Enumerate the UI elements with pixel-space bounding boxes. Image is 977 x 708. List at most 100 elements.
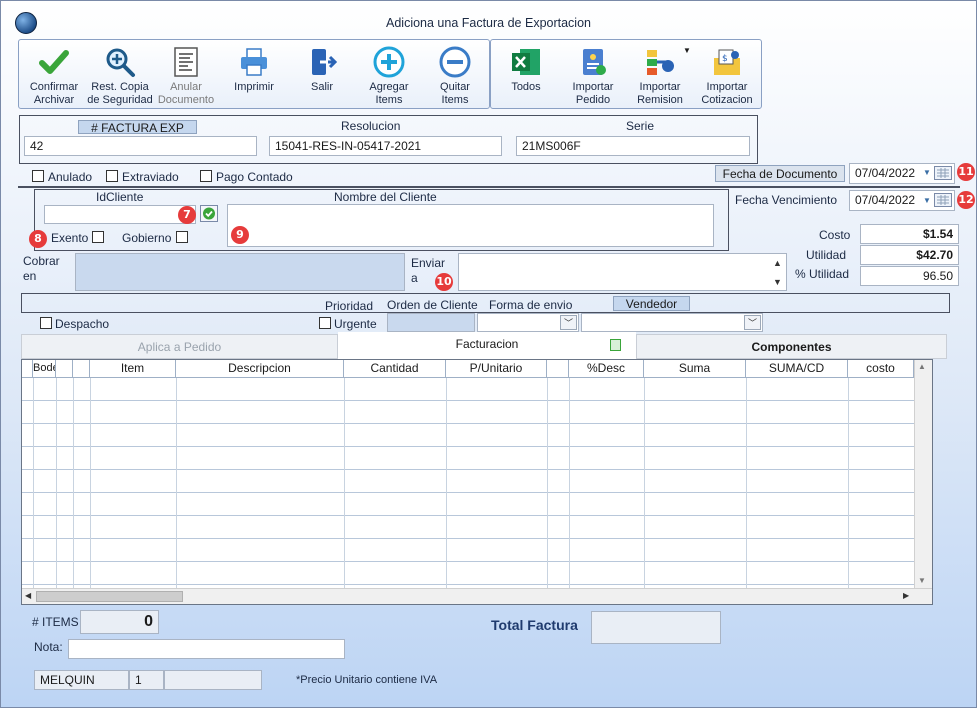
forma-envio-label: Forma de envio: [489, 298, 573, 312]
date-dropdown-arrow-icon[interactable]: ▼: [923, 168, 931, 177]
col-cantidad[interactable]: Cantidad: [344, 360, 446, 377]
vencimiento-calendar-icon[interactable]: [934, 193, 952, 207]
checkmark-icon: [38, 46, 70, 78]
scroll-left-arrow-icon[interactable]: ◀: [25, 591, 31, 600]
scroll-up-arrow-icon[interactable]: ▲: [918, 362, 926, 371]
col-blank-1b[interactable]: [73, 360, 90, 377]
plus-circle-icon: [373, 46, 405, 78]
exit-door-icon: [306, 46, 338, 78]
flowchart-icon: [644, 46, 676, 78]
extraviado-checkbox[interactable]: [106, 170, 118, 182]
quote-folder-icon: $: [711, 46, 743, 78]
col-blank-1[interactable]: [56, 360, 73, 377]
import-remision-button[interactable]: Importar Remision: [625, 46, 695, 107]
col-bodega[interactable]: Bodega: [33, 360, 56, 377]
restore-backup-button[interactable]: Rest. Copia de Seguridad: [85, 46, 155, 107]
grid-header: Bodega Item Descripcion Cantidad P/Unita…: [22, 360, 914, 378]
vendedor-select[interactable]: ﹀: [581, 313, 763, 332]
all-excel-button[interactable]: Todos: [491, 46, 561, 94]
anulado-label: Anulado: [48, 170, 93, 184]
total-factura-label: Total Factura: [491, 617, 578, 633]
factura-label: # FACTURA EXP: [78, 120, 197, 135]
nombre-cliente-field[interactable]: [227, 204, 714, 247]
col-costo[interactable]: costo: [848, 360, 914, 377]
scroll-up-icon[interactable]: ▲: [773, 258, 782, 268]
resolucion-field[interactable]: 15041-RES-IN-05417-2021: [269, 136, 502, 156]
print-button[interactable]: Imprimir: [219, 46, 289, 94]
forma-envio-select[interactable]: ﹀: [477, 313, 579, 332]
urgente-checkbox[interactable]: [319, 317, 331, 329]
items-count-label: # ITEMS: [32, 615, 79, 629]
user-number: 1: [129, 670, 164, 690]
pago-contado-checkbox[interactable]: [200, 170, 212, 182]
gobierno-checkbox[interactable]: [176, 231, 188, 243]
fecha-documento-label: Fecha de Documento: [715, 165, 845, 182]
user-name: MELQUIN: [34, 670, 129, 690]
green-check-icon: [203, 207, 215, 220]
utilidad-value: $42.70: [860, 245, 959, 265]
tab-document-icon: [610, 339, 621, 351]
col-blank-2[interactable]: [547, 360, 569, 377]
app-window: Adiciona una Factura de Exportacion Conf…: [0, 0, 977, 708]
magnifier-plus-icon: [104, 46, 136, 78]
badge-12: 12: [957, 191, 975, 209]
enviar-label: Enviar: [411, 256, 446, 270]
calendar-icon[interactable]: [934, 166, 952, 180]
badge-7: 7: [178, 206, 196, 224]
enviar-a-field[interactable]: [458, 253, 787, 291]
extraviado-label: Extraviado: [122, 170, 179, 184]
iva-note: *Precio Unitario contiene IVA: [296, 674, 438, 686]
remove-items-button[interactable]: Quitar Items: [420, 46, 490, 107]
window-title: Adiciona una Factura de Exportacion: [386, 16, 591, 30]
items-grid[interactable]: Bodega Item Descripcion Cantidad P/Unita…: [21, 359, 933, 605]
exento-checkbox[interactable]: [92, 231, 104, 243]
scroll-down-arrow-icon[interactable]: ▼: [918, 576, 926, 585]
col-suma[interactable]: Suma: [644, 360, 746, 377]
scroll-right-arrow-icon[interactable]: ▶: [903, 591, 909, 600]
import-toolbar: Todos Importar Pedido Importar Remision …: [490, 39, 762, 109]
scroll-down-icon[interactable]: ▼: [773, 277, 782, 287]
id-cliente-field[interactable]: [44, 205, 196, 224]
add-items-button[interactable]: Agregar Items: [354, 46, 424, 107]
despacho-checkbox[interactable]: [40, 317, 52, 329]
col-item[interactable]: Item: [90, 360, 176, 377]
validate-client-button[interactable]: [200, 205, 218, 222]
serie-field[interactable]: 21MS006F: [516, 136, 750, 156]
printer-icon: [238, 46, 270, 78]
costo-value: $1.54: [860, 224, 959, 244]
dropdown-arrow-icon[interactable]: ▼: [683, 46, 691, 55]
col-descripcion[interactable]: Descripcion: [176, 360, 344, 377]
urgente-label: Urgente: [334, 317, 377, 331]
confirm-archive-button[interactable]: Confirmar Archivar: [19, 46, 89, 107]
separator-line: [18, 186, 960, 188]
cobrar-en-field[interactable]: [75, 253, 405, 291]
excel-icon: [510, 46, 542, 78]
exit-button[interactable]: Salir: [287, 46, 357, 94]
orden-cliente-field[interactable]: [387, 313, 475, 332]
exento-label: Exento: [51, 231, 89, 245]
nombre-cliente-label: Nombre del Cliente: [334, 190, 437, 204]
badge-9: 9: [231, 226, 249, 244]
scroll-thumb[interactable]: [36, 591, 183, 602]
tab-facturacion[interactable]: Facturacion: [338, 332, 636, 359]
fecha-vencimiento-label: Fecha Vencimiento: [735, 193, 838, 207]
col-p-unitario[interactable]: P/Unitario: [446, 360, 547, 377]
tab-aplica-pedido[interactable]: Aplica a Pedido: [21, 334, 338, 359]
id-cliente-label: IdCliente: [96, 190, 144, 204]
tab-componentes[interactable]: Componentes: [636, 334, 947, 359]
utilidad-label: Utilidad: [806, 248, 847, 262]
grid-vertical-scrollbar[interactable]: ▲ ▼: [914, 360, 932, 588]
col-pct-desc[interactable]: %Desc: [569, 360, 644, 377]
cobrar-label: Cobrar: [23, 254, 60, 268]
import-order-button[interactable]: Importar Pedido: [558, 46, 628, 107]
pct-utilidad-value: 96.50: [860, 266, 959, 286]
vencimiento-dropdown-arrow-icon[interactable]: ▼: [923, 196, 931, 205]
anulado-checkbox[interactable]: [32, 170, 44, 182]
nota-field[interactable]: [68, 639, 345, 659]
grid-horizontal-scrollbar[interactable]: ◀ ▶: [22, 588, 932, 604]
import-quote-button[interactable]: $ Importar Cotizacion: [692, 46, 762, 107]
user-extra: [164, 670, 262, 690]
factura-number-field[interactable]: 42: [24, 136, 257, 156]
col-suma-cd[interactable]: SUMA/CD: [746, 360, 848, 377]
cancel-document-button[interactable]: Anular Documento: [151, 46, 221, 107]
